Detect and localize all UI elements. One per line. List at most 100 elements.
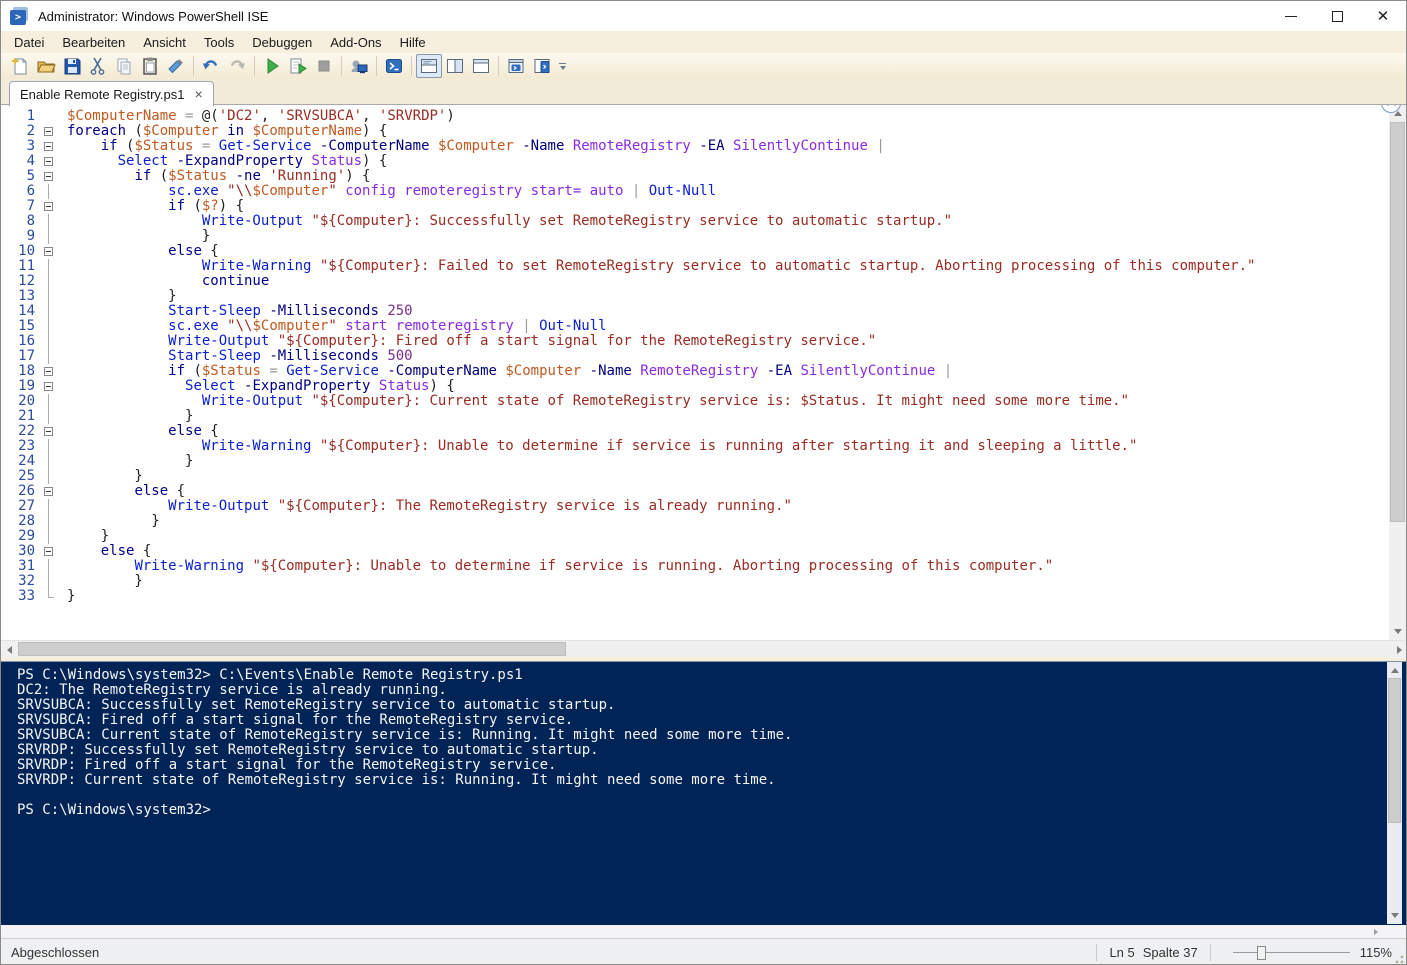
menu-item-hilfe[interactable]: Hilfe — [391, 33, 435, 52]
zoom-slider[interactable] — [1233, 945, 1350, 961]
close-button[interactable]: ✕ — [1360, 1, 1406, 31]
tab-enable-remote-registry[interactable]: Enable Remote Registry.ps1 × — [9, 81, 214, 106]
scroll-left-button[interactable] — [1, 641, 18, 658]
zoom-slider-thumb[interactable] — [1257, 946, 1266, 960]
line-number: 6 — [1, 184, 37, 199]
fold-guide — [44, 499, 58, 514]
layout-script-top-button[interactable] — [416, 54, 442, 78]
code-line: 14 Start-Sleep -Milliseconds 250 — [1, 304, 1406, 319]
line-number: 16 — [1, 334, 37, 349]
code-line: 16 Write-Output "${Computer}: Fired off … — [1, 334, 1406, 349]
resize-grip[interactable] — [1394, 954, 1404, 964]
run-script-button[interactable] — [259, 54, 285, 78]
line-number: 26 — [1, 484, 37, 499]
layout-script-right-button[interactable] — [442, 54, 468, 78]
editor-vertical-scrollbar[interactable] — [1389, 105, 1406, 640]
fold-guide — [44, 559, 58, 574]
fold-collapse-marker[interactable] — [44, 124, 58, 139]
toolbar-overflow-button[interactable] — [559, 63, 566, 70]
redo-button[interactable] — [224, 54, 250, 78]
code-line: 6 sc.exe "\\$Computer" config remoteregi… — [1, 184, 1406, 199]
show-script-pane-button[interactable] — [529, 54, 555, 78]
scroll-up-button[interactable] — [1387, 662, 1402, 679]
code-text: Start-Sleep -Milliseconds 250 — [67, 304, 413, 319]
copy-button[interactable] — [111, 54, 137, 78]
code-text: Write-Output "${Computer}: Current state… — [67, 394, 1129, 409]
scroll-down-button[interactable] — [1389, 623, 1406, 640]
fold-collapse-marker[interactable] — [44, 199, 58, 214]
line-number: 21 — [1, 409, 37, 424]
line-number: 10 — [1, 244, 37, 259]
code-line: 31 Write-Warning "${Computer}: Unable to… — [1, 559, 1406, 574]
new-remote-powershell-tab-button[interactable] — [346, 54, 372, 78]
code-text: } — [67, 589, 75, 604]
fold-collapse-marker[interactable] — [44, 169, 58, 184]
clear-console-button[interactable] — [163, 54, 189, 78]
code-text: else { — [67, 544, 151, 559]
fold-collapse-marker[interactable] — [44, 139, 58, 154]
arrow-right-icon — [1397, 646, 1402, 654]
script-editor-pane[interactable]: 1$ComputerName = @('DC2', 'SRVSUBCA', 'S… — [1, 105, 1406, 640]
editor-vscroll-thumb[interactable] — [1390, 122, 1405, 522]
menu-item-debuggen[interactable]: Debuggen — [243, 33, 321, 52]
stop-operation-button[interactable] — [311, 54, 337, 78]
fold-collapse-marker[interactable] — [44, 364, 58, 379]
run-selection-button[interactable] — [285, 54, 311, 78]
arrow-up-icon — [1391, 668, 1399, 673]
line-number: 23 — [1, 439, 37, 454]
scroll-down-button[interactable] — [1387, 907, 1402, 924]
run-script-icon — [262, 56, 282, 76]
code-line: 29 } — [1, 529, 1406, 544]
maximize-button[interactable] — [1314, 1, 1360, 31]
statusbar-divider — [1210, 944, 1211, 961]
console-line: SRVSUBCA: Current state of RemoteRegistr… — [17, 728, 1406, 743]
menu-item-addons[interactable]: Add-Ons — [321, 33, 390, 52]
console-output: PS C:\Windows\system32> C:\Events\Enable… — [1, 662, 1406, 818]
cut-button[interactable] — [85, 54, 111, 78]
new-powershell-tab-button[interactable] — [503, 54, 529, 78]
fold-collapse-marker[interactable] — [44, 379, 58, 394]
code-text: Select -ExpandProperty Status) { — [67, 154, 387, 169]
line-number: 30 — [1, 544, 37, 559]
fold-collapse-marker[interactable] — [44, 544, 58, 559]
new-script-icon — [10, 56, 30, 76]
layout-script-right-icon — [445, 56, 465, 76]
fold-collapse-marker[interactable] — [44, 424, 58, 439]
line-number: 15 — [1, 319, 37, 334]
fold-collapse-marker[interactable] — [44, 484, 58, 499]
fold-collapse-marker[interactable] — [44, 244, 58, 259]
fold-guide — [44, 109, 58, 124]
code-line: 23 Write-Warning "${Computer}: Unable to… — [1, 439, 1406, 454]
new-script-button[interactable] — [7, 54, 33, 78]
menu-item-bearbeiten[interactable]: Bearbeiten — [53, 33, 134, 52]
scroll-right-button[interactable] — [1391, 641, 1407, 658]
console-pane[interactable]: PS C:\Windows\system32> C:\Events\Enable… — [1, 661, 1406, 925]
tab-close-icon[interactable]: × — [195, 87, 203, 101]
minimize-button[interactable] — [1268, 1, 1314, 31]
minimize-icon — [1285, 16, 1297, 17]
statusbar-divider — [1096, 944, 1097, 961]
code-line: 32 } — [1, 574, 1406, 589]
menu-item-tools[interactable]: Tools — [195, 33, 243, 52]
stop-icon — [314, 56, 334, 76]
code-text: } — [67, 289, 177, 304]
code-text: } — [67, 229, 210, 244]
console-vscroll-thumb[interactable] — [1388, 678, 1401, 823]
console-vertical-scrollbar[interactable] — [1387, 662, 1402, 924]
open-script-button[interactable] — [33, 54, 59, 78]
menu-item-ansicht[interactable]: Ansicht — [134, 33, 195, 52]
line-number: 25 — [1, 469, 37, 484]
save-script-button[interactable] — [59, 54, 85, 78]
code-line: 13 } — [1, 289, 1406, 304]
fold-guide — [44, 574, 58, 589]
editor-hscroll-thumb[interactable] — [18, 642, 566, 656]
console-horizontal-scrollbar[interactable] — [1, 925, 1406, 938]
fold-collapse-marker[interactable] — [44, 154, 58, 169]
undo-button[interactable] — [198, 54, 224, 78]
editor-horizontal-scrollbar[interactable] — [1, 640, 1407, 657]
code-text: Write-Output "${Computer}: Fired off a s… — [67, 334, 876, 349]
layout-script-maximized-button[interactable] — [468, 54, 494, 78]
paste-button[interactable] — [137, 54, 163, 78]
menu-item-datei[interactable]: Datei — [5, 33, 53, 52]
start-powershell-button[interactable] — [381, 54, 407, 78]
